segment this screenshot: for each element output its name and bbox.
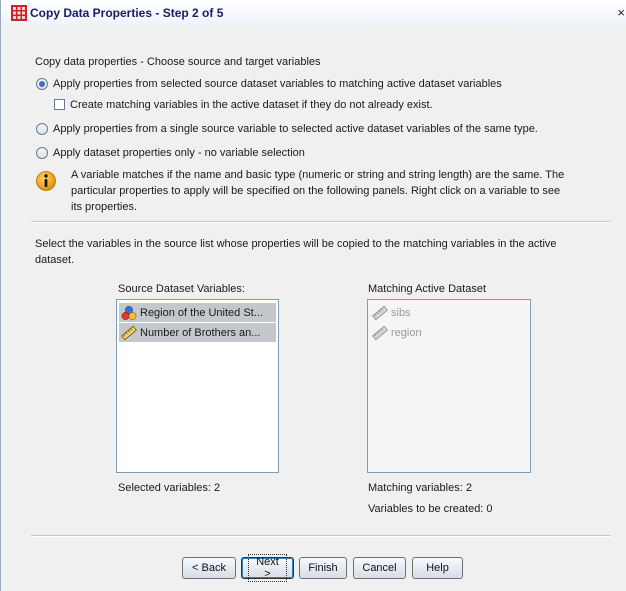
source-item-brothers-label: Number of Brothers an...	[140, 326, 261, 339]
matching-list-label: Matching Active Dataset	[368, 283, 487, 295]
source-list-label: Source Dataset Variables:	[118, 283, 245, 295]
create-matching-label[interactable]: Create matching variables in the active …	[70, 99, 433, 111]
radio-apply-dataset-only[interactable]	[36, 147, 48, 159]
matching-item-sibs: sibs	[370, 303, 528, 322]
title-bar: Copy Data Properties - Step 2 of 5 ×	[1, 0, 626, 26]
select-text-line2: dataset.	[35, 254, 75, 266]
radio-apply-dataset-only-label[interactable]: Apply dataset properties only - no varia…	[53, 147, 305, 159]
variables-to-create-status: Variables to be created: 0	[368, 503, 493, 515]
matching-variables-list: sibs region	[367, 299, 531, 473]
next-button[interactable]: Next >	[241, 554, 294, 582]
create-matching-checkbox[interactable]	[54, 99, 65, 110]
scale-ruler-icon	[372, 325, 388, 340]
footer-divider	[31, 535, 611, 537]
source-variables-list[interactable]: Region of the United St... Number of Bro…	[116, 299, 279, 473]
info-text-line2: particular properties to apply will be s…	[71, 185, 561, 197]
select-text-line1: Select the variables in the source list …	[35, 238, 557, 250]
source-item-region[interactable]: Region of the United St...	[119, 303, 276, 322]
nominal-variable-icon	[121, 305, 137, 320]
finish-button[interactable]: Finish	[299, 557, 347, 579]
selected-variables-status: Selected variables: 2	[118, 482, 221, 494]
source-item-region-label: Region of the United St...	[140, 306, 263, 319]
matching-item-sibs-label: sibs	[391, 306, 411, 319]
scale-ruler-icon	[121, 325, 137, 340]
info-text-line1: A variable matches if the name and basic…	[71, 169, 565, 181]
source-item-brothers[interactable]: Number of Brothers an...	[119, 323, 276, 342]
matching-variables-status: Matching variables: 2	[368, 482, 472, 494]
matching-item-region: region	[370, 323, 528, 342]
scale-ruler-icon	[372, 305, 388, 320]
spreadsheet-grid-icon	[11, 5, 27, 21]
next-button-label: Next >	[248, 554, 287, 582]
info-text-line3: its properties.	[71, 201, 138, 213]
section-label: Copy data properties - Choose source and…	[35, 56, 321, 68]
radio-apply-selected-label[interactable]: Apply properties from selected source da…	[53, 78, 502, 90]
help-button[interactable]: Help	[412, 557, 463, 579]
matching-item-region-label: region	[391, 326, 422, 339]
divider	[31, 221, 611, 223]
info-icon	[36, 171, 56, 191]
close-icon[interactable]: ×	[617, 5, 625, 20]
back-button[interactable]: < Back	[182, 557, 236, 579]
window-title: Copy Data Properties - Step 2 of 5	[30, 6, 224, 20]
radio-apply-selected[interactable]	[36, 78, 48, 90]
cancel-button[interactable]: Cancel	[353, 557, 406, 579]
radio-apply-single-label[interactable]: Apply properties from a single source va…	[53, 123, 538, 135]
radio-apply-single[interactable]	[36, 123, 48, 135]
copy-data-properties-dialog: Copy Data Properties - Step 2 of 5 × Cop…	[0, 0, 626, 591]
